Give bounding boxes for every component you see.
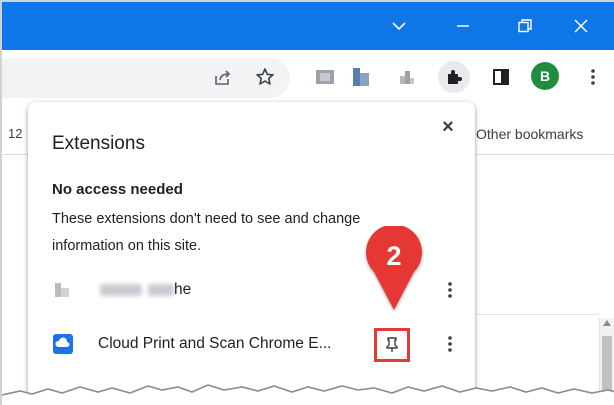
minimize-button[interactable] bbox=[440, 2, 486, 50]
extension-name: he bbox=[174, 281, 192, 298]
torn-edge bbox=[2, 384, 614, 405]
callout-marker: 2 bbox=[364, 226, 424, 312]
other-bookmarks-button[interactable]: Other bookmarks bbox=[476, 126, 583, 142]
browser-toolbar: B bbox=[2, 50, 614, 104]
extension-b-icon[interactable] bbox=[346, 62, 376, 92]
extension-c-icon[interactable] bbox=[392, 62, 422, 92]
restore-button[interactable] bbox=[502, 2, 548, 50]
browser-window: B 12 Other bookmarks Extensions × No acc… bbox=[0, 0, 614, 405]
popup-title: Extensions bbox=[52, 133, 145, 154]
blurred-extension-icon bbox=[52, 279, 74, 301]
pin-icon bbox=[386, 337, 398, 352]
close-icon[interactable]: × bbox=[437, 116, 459, 138]
more-options-icon[interactable] bbox=[438, 332, 462, 356]
section-heading: No access needed bbox=[52, 181, 183, 198]
address-bar[interactable] bbox=[2, 58, 290, 98]
tab-search-chevron-icon[interactable] bbox=[376, 2, 422, 50]
side-panel-icon[interactable] bbox=[486, 62, 516, 92]
bookmark-partial-label[interactable]: 12 bbox=[8, 126, 22, 141]
more-menu-icon[interactable] bbox=[578, 62, 608, 92]
section-description: These extensions don't need to see and c… bbox=[52, 211, 361, 254]
page-divider bbox=[477, 314, 600, 315]
more-options-icon[interactable] bbox=[438, 278, 462, 302]
cloud-print-icon bbox=[52, 333, 74, 355]
close-window-button[interactable] bbox=[558, 2, 604, 50]
share-icon[interactable] bbox=[208, 62, 238, 92]
scroll-up-arrow-icon[interactable] bbox=[603, 320, 611, 326]
extension-row[interactable]: Cloud Print and Scan Chrome E... bbox=[28, 324, 475, 364]
profile-avatar[interactable]: B bbox=[531, 62, 559, 90]
callout-number: 2 bbox=[386, 240, 402, 271]
blurred-name-part bbox=[148, 284, 174, 296]
pin-extension-button[interactable] bbox=[374, 328, 410, 362]
extension-a-icon[interactable] bbox=[310, 62, 340, 92]
blurred-name-part bbox=[100, 284, 142, 296]
bookmark-star-icon[interactable] bbox=[250, 62, 280, 92]
extension-name: Cloud Print and Scan Chrome E... bbox=[98, 335, 332, 352]
title-bar bbox=[2, 2, 614, 50]
extensions-puzzle-icon[interactable] bbox=[438, 61, 470, 93]
